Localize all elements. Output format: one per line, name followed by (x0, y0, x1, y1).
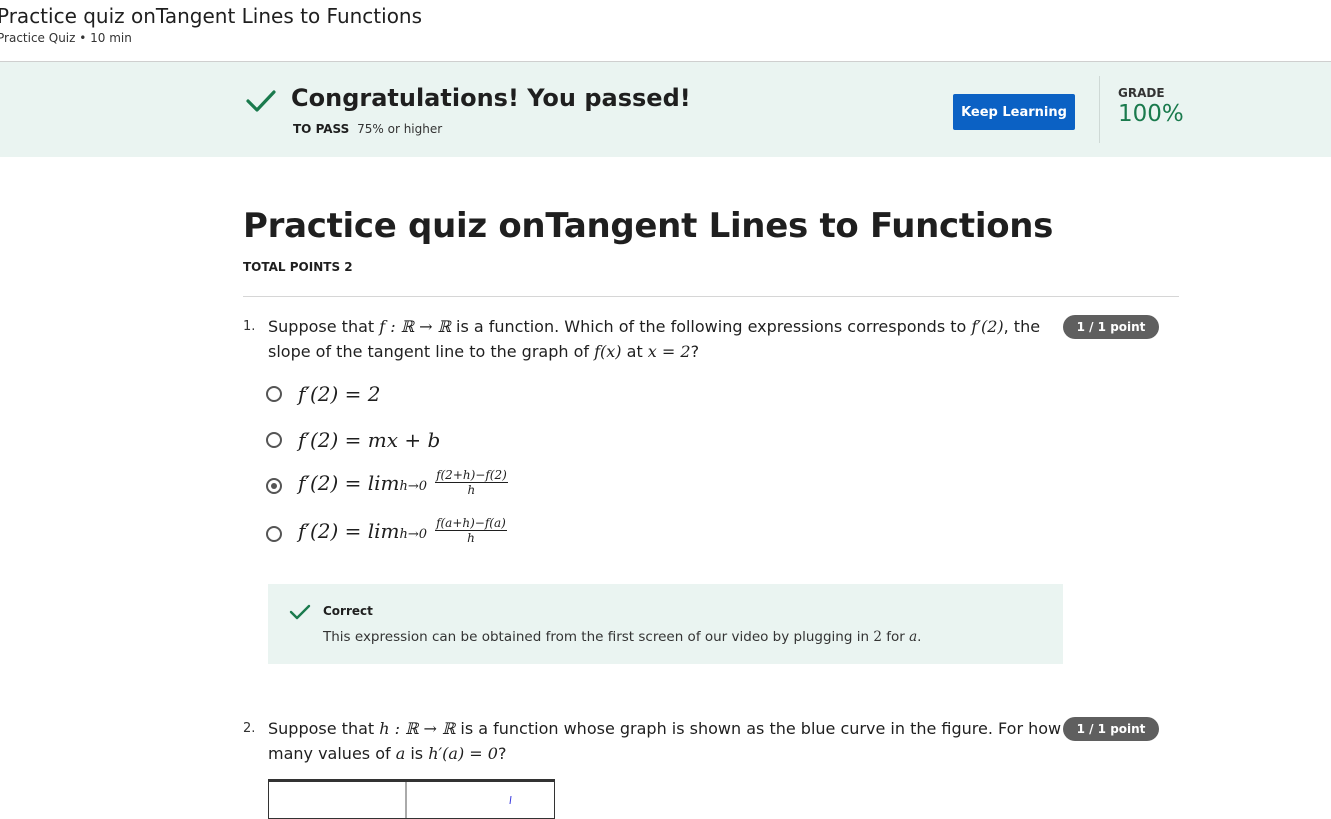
question-text: Suppose that h : ℝ → ℝ is a function who… (268, 719, 1062, 763)
page-header-title: Practice quiz onTangent Lines to Functio… (0, 4, 423, 28)
option-label: f′(2) = mx + b (298, 428, 441, 452)
grade-value: 100% (1118, 101, 1184, 127)
graph-canvas (405, 782, 512, 818)
passed-message: Congratulations! You passed! (291, 84, 691, 112)
question-text: Suppose that f : ℝ → ℝ is a function. Wh… (268, 317, 1041, 361)
option-label: f′(2) = limh→0 f(a+h)−f(a) h (298, 516, 507, 545)
to-pass-value: 75% or higher (357, 122, 443, 136)
question-number: 2. (243, 721, 256, 736)
top-header: Practice quiz onTangent Lines to Functio… (0, 0, 1331, 62)
answer-option[interactable]: f′(2) = limh→0 f(2+h)−f(2) h (266, 468, 508, 497)
feedback-box (268, 584, 1063, 664)
total-points: TOTAL POINTS 2 (243, 260, 353, 274)
page-header-subtitle: Practice Quiz • 10 min (0, 31, 132, 45)
keep-learning-button[interactable]: Keep Learning (953, 94, 1075, 130)
answer-option[interactable]: f′(2) = mx + b (266, 428, 440, 452)
answer-option[interactable]: f′(2) = limh→0 f(a+h)−f(a) h (266, 516, 507, 545)
points-badge: 1 / 1 point (1063, 315, 1159, 339)
points-badge: 1 / 1 point (1063, 717, 1159, 741)
to-pass-info: TO PASS 75% or higher (293, 122, 442, 136)
radio-button[interactable] (266, 386, 282, 402)
option-label: f′(2) = 2 (298, 382, 381, 406)
option-label: f′(2) = limh→0 f(2+h)−f(2) h (298, 468, 508, 497)
blue-curve (509, 795, 512, 805)
radio-button[interactable] (266, 432, 282, 448)
check-icon (246, 90, 276, 112)
answer-option[interactable]: f′(2) = 2 (266, 382, 380, 406)
question-number: 1. (243, 319, 256, 334)
radio-button-selected[interactable] (266, 478, 282, 494)
radio-button[interactable] (266, 526, 282, 542)
graph-figure (268, 779, 555, 819)
check-icon (289, 604, 311, 620)
grade-divider (1099, 76, 1100, 143)
grade-label: GRADE (1118, 86, 1165, 100)
quiz-title: Practice quiz onTangent Lines to Functio… (243, 206, 1054, 246)
feedback-text: This expression can be obtained from the… (323, 629, 922, 645)
to-pass-label: TO PASS (293, 122, 350, 136)
feedback-title: Correct (323, 604, 373, 618)
divider (243, 296, 1179, 297)
